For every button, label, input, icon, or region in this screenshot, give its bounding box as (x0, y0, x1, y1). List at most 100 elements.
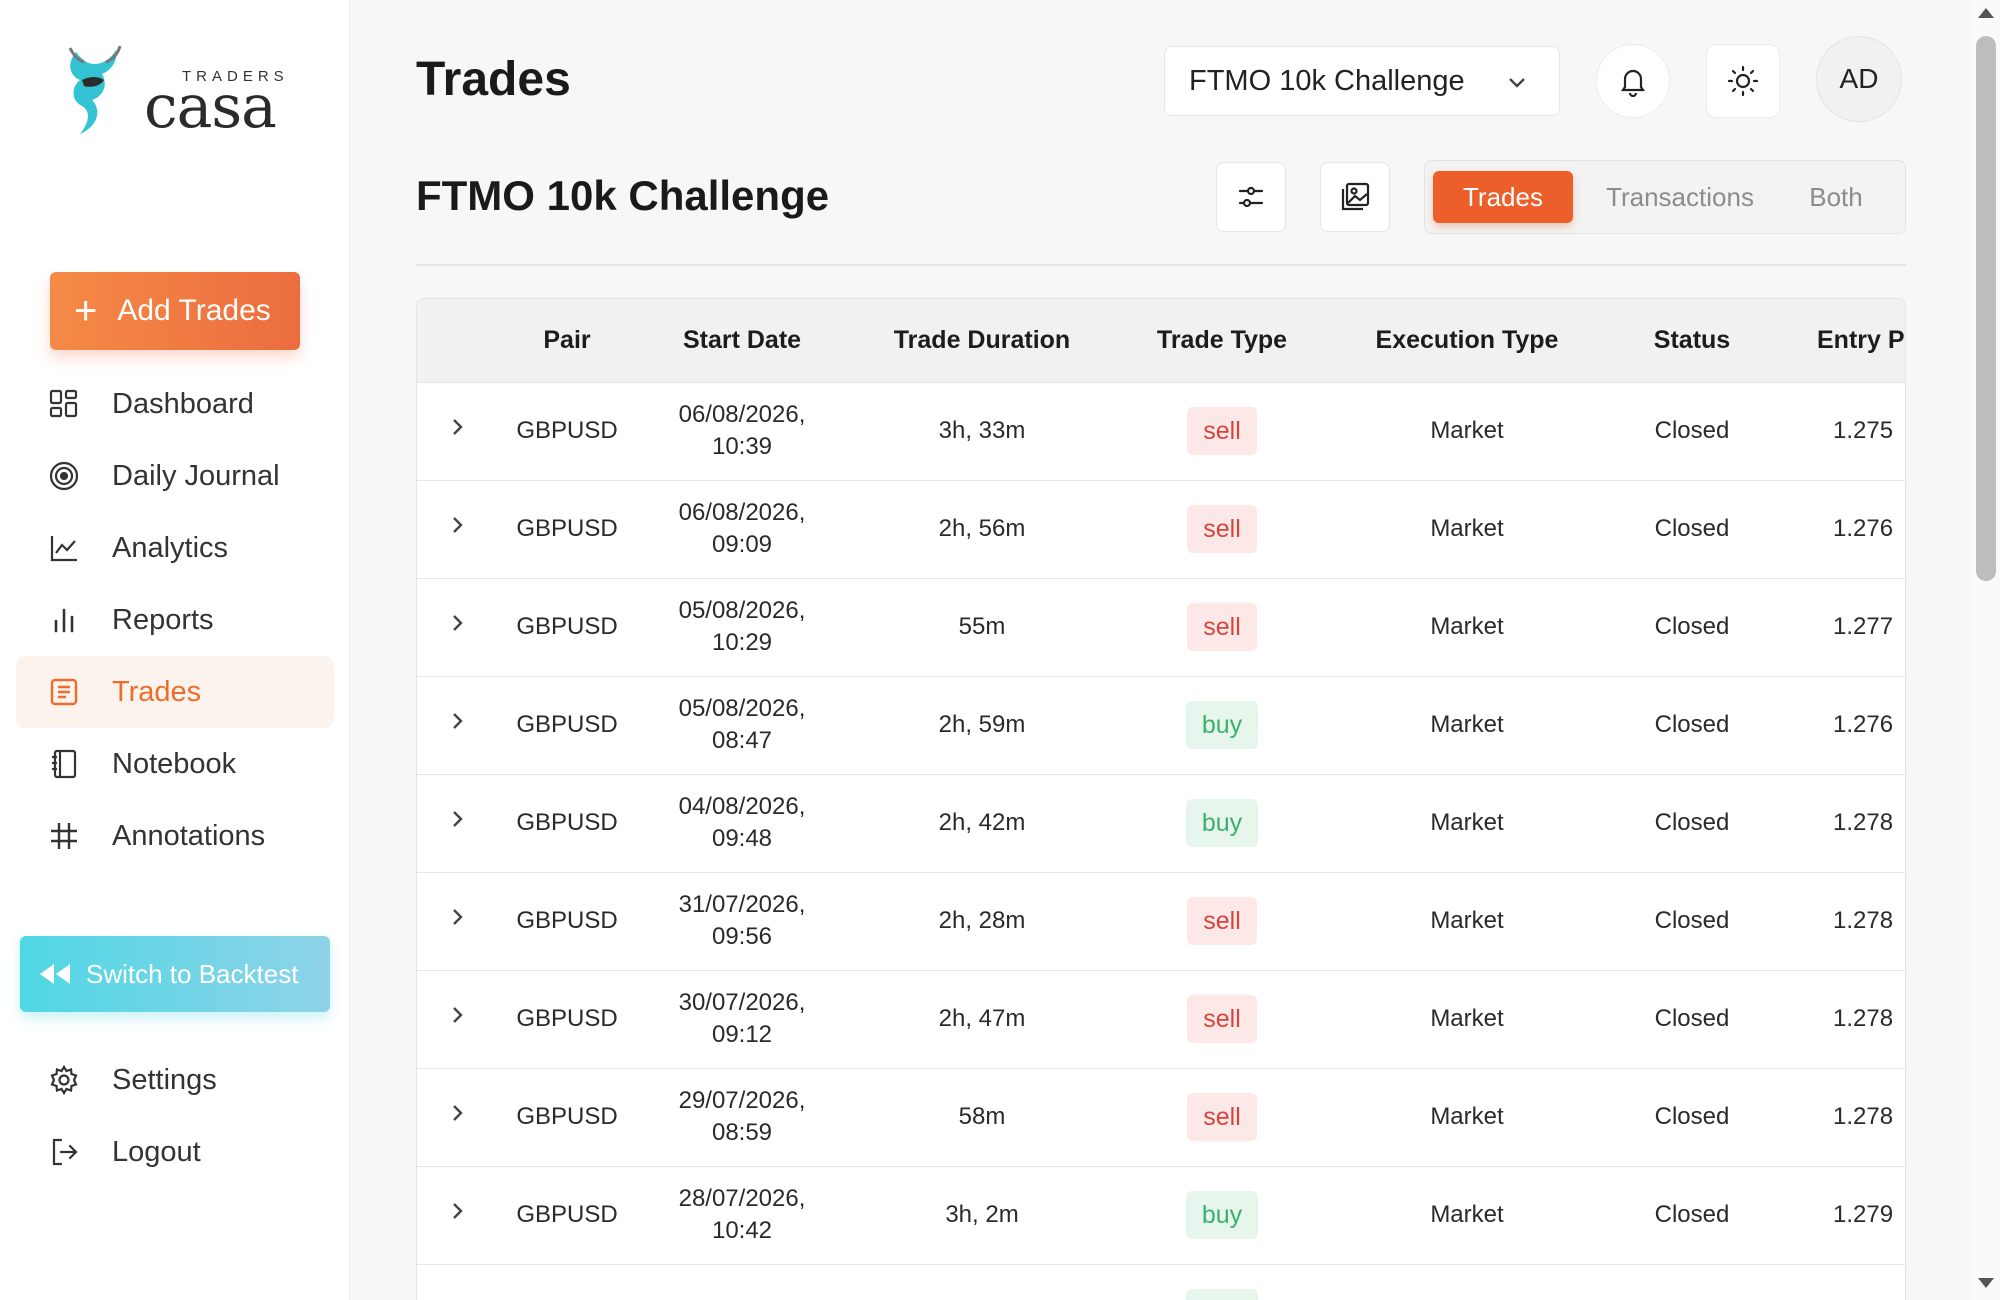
nav-label: Logout (112, 1135, 201, 1168)
cell-entry-price: 1.277 (1833, 613, 1894, 640)
cell-execution-type: Market (1430, 1103, 1504, 1130)
chevron-right-icon[interactable] (446, 416, 468, 438)
column-header-entry-price[interactable]: Entry P (1777, 299, 1905, 382)
filter-button[interactable] (1216, 162, 1286, 232)
table-row[interactable]: GBPUSD 28/07/2026, 10:42 3h, 2m buy Market Clo… (417, 1166, 1905, 1264)
main-nav: Dashboard Daily Journal Analytics Report… (16, 368, 334, 872)
tab-both[interactable]: Both (1781, 171, 1891, 223)
notifications-button[interactable] (1596, 44, 1670, 118)
gear-icon (48, 1064, 80, 1096)
table-row[interactable]: GBPUSD 31/07/2026, 09:56 2h, 28m sell Market C… (417, 872, 1905, 970)
start-date: 04/08/2026, (678, 793, 806, 820)
table-row[interactable]: GBPUSD 29/07/2026, 08:59 58m sell Market Close… (417, 1068, 1905, 1166)
nav-item-analytics[interactable]: Analytics (16, 512, 334, 584)
column-header-trade-type[interactable]: Trade Type (1117, 299, 1327, 382)
scrollbar-thumb[interactable] (1976, 36, 1996, 581)
nav-item-notebook[interactable]: Notebook (16, 728, 334, 800)
chevron-right-icon[interactable] (446, 710, 468, 732)
table-row[interactable]: 27/07/2026, buy (417, 1264, 1905, 1300)
table-row[interactable]: GBPUSD 05/08/2026, 10:29 55m sell Market Close… (417, 578, 1905, 676)
cell-start-date: 27/07/2026, (637, 1264, 847, 1300)
cell-start-date: 06/08/2026, 09:09 (637, 480, 847, 578)
expand-cell (417, 872, 497, 970)
column-header-execution-type[interactable]: Execution Type (1327, 299, 1607, 382)
cell-pair: GBPUSD (516, 809, 618, 836)
column-header-trade-duration[interactable]: Trade Duration (847, 299, 1117, 382)
chevron-right-icon[interactable] (446, 1200, 468, 1222)
table-header-row: Pair Start Date Trade Duration Trade Typ… (417, 299, 1905, 382)
trade-type-badge: sell (1187, 407, 1257, 455)
column-header-pair[interactable]: Pair (497, 299, 637, 382)
switch-to-backtest-button[interactable]: Switch to Backtest (20, 936, 330, 1012)
start-date: 29/07/2026, (678, 1087, 806, 1114)
cell-execution-type (1327, 1264, 1607, 1300)
cell-status: Closed (1654, 1005, 1730, 1032)
traders-casa-logo[interactable]: TRADERS casa (62, 46, 292, 146)
cell-trade-type: sell (1117, 480, 1327, 578)
add-trades-button[interactable]: + Add Trades (50, 272, 300, 350)
chevron-right-icon[interactable] (446, 906, 468, 928)
cell-trade-duration: 2h, 42m (938, 809, 1026, 836)
avatar[interactable]: AD (1816, 36, 1902, 122)
cell-pair: GBPUSD (516, 613, 618, 640)
chevron-right-icon[interactable] (446, 514, 468, 536)
table-row[interactable]: GBPUSD 06/08/2026, 09:09 2h, 56m sell Market C… (417, 480, 1905, 578)
cell-execution-type: Market (1430, 809, 1504, 836)
plus-icon: + (74, 289, 98, 333)
chevron-right-icon[interactable] (446, 1004, 468, 1026)
view-toggle: Trades Transactions Both (1424, 160, 1906, 234)
scroll-up-arrow-icon[interactable] (1978, 8, 1994, 18)
cell-execution-type: Market (1430, 907, 1504, 934)
account-select[interactable]: FTMO 10k Challenge (1164, 46, 1560, 116)
tab-transactions[interactable]: Transactions (1585, 171, 1775, 223)
nav-item-daily-journal[interactable]: Daily Journal (16, 440, 334, 512)
column-header-status[interactable]: Status (1607, 299, 1777, 382)
chevron-right-icon[interactable] (446, 808, 468, 830)
column-header-start-date[interactable]: Start Date (637, 299, 847, 382)
nav-item-settings[interactable]: Settings (16, 1044, 334, 1116)
expand-cell (417, 970, 497, 1068)
table-row[interactable]: GBPUSD 30/07/2026, 09:12 2h, 47m sell Market C… (417, 970, 1905, 1068)
nav-item-annotations[interactable]: Annotations (16, 800, 334, 872)
trade-type-badge: buy (1185, 701, 1259, 749)
cell-status: Closed (1654, 1103, 1730, 1130)
gallery-icon (1341, 182, 1370, 211)
cell-trade-type: buy (1117, 676, 1327, 774)
cell-execution-type: Market (1430, 515, 1504, 542)
cell-status: Closed (1654, 1201, 1730, 1228)
chevron-right-icon[interactable] (446, 1102, 468, 1124)
expand-cell (417, 676, 497, 774)
table-row[interactable]: GBPUSD 05/08/2026, 08:47 2h, 59m buy Market Cl… (417, 676, 1905, 774)
bell-icon (1620, 69, 1646, 97)
theme-toggle-button[interactable] (1706, 44, 1780, 118)
table-row[interactable]: GBPUSD 06/08/2026, 10:39 3h, 33m sell Market C… (417, 382, 1905, 480)
page-title: Trades (416, 53, 571, 106)
scroll-down-arrow-icon[interactable] (1978, 1278, 1994, 1288)
column-header-expand (417, 299, 497, 382)
tab-trades[interactable]: Trades (1433, 171, 1573, 223)
start-date: 30/07/2026, (678, 989, 806, 1016)
table-row[interactable]: GBPUSD 04/08/2026, 09:48 2h, 42m buy Market Cl… (417, 774, 1905, 872)
nav-label: Annotations (112, 819, 266, 852)
list-icon (48, 676, 80, 708)
switch-label: Switch to Backtest (86, 958, 299, 989)
chevron-right-icon[interactable] (446, 612, 468, 634)
cell-status: Closed (1654, 613, 1730, 640)
start-date: 05/08/2026, (678, 695, 806, 722)
hash-icon (48, 820, 80, 852)
cell-start-date: 31/07/2026, 09:56 (637, 872, 847, 970)
nav-item-logout[interactable]: Logout (16, 1116, 334, 1188)
notebook-icon (48, 748, 80, 780)
nav-item-reports[interactable]: Reports (16, 584, 334, 656)
nav-item-trades[interactable]: Trades (16, 656, 334, 728)
sidebar: TRADERS casa + Add Trades Dashboard Dail… (0, 0, 350, 1300)
nav-item-dashboard[interactable]: Dashboard (16, 368, 334, 440)
start-time: 09:48 (711, 825, 773, 852)
cell-entry-price: 1.279 (1833, 1201, 1894, 1228)
section-divider (416, 264, 1906, 266)
bottom-nav: Settings Logout (16, 1044, 334, 1188)
nav-label: Dashboard (112, 387, 254, 420)
gallery-button[interactable] (1320, 162, 1390, 232)
cell-trade-duration: 3h, 2m (945, 1201, 1019, 1228)
cell-start-date: 04/08/2026, 09:48 (637, 774, 847, 872)
